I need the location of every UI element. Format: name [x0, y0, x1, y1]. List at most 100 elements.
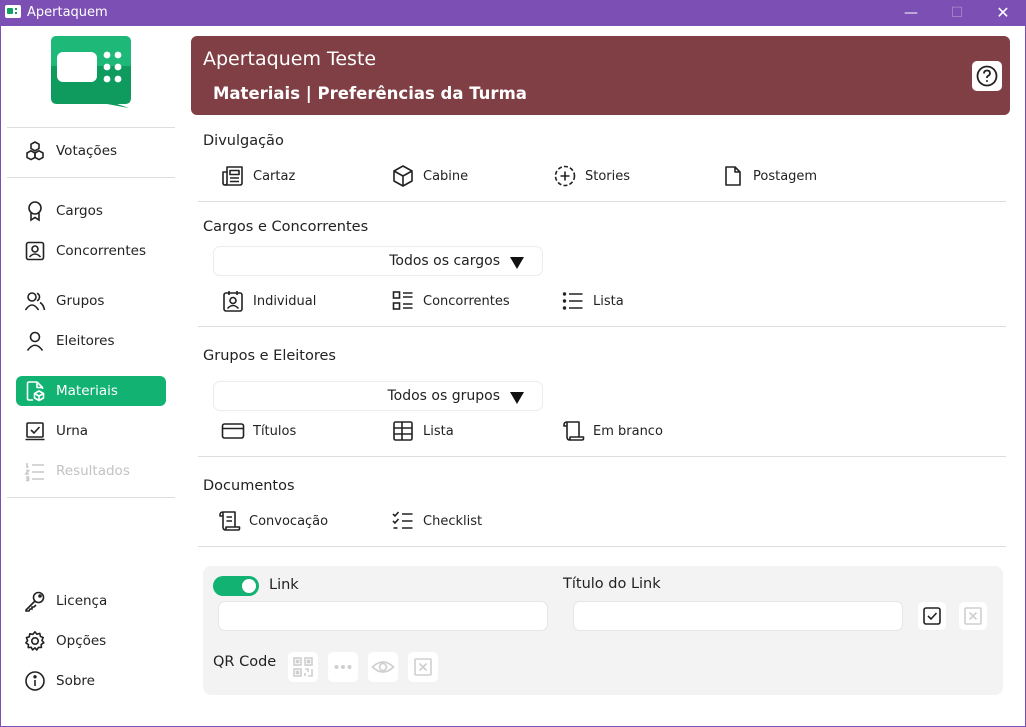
material-cabine[interactable]: Cabine	[391, 164, 468, 188]
eye-icon	[371, 661, 395, 673]
section-divider	[198, 546, 1006, 547]
qr-code-button[interactable]	[288, 652, 318, 682]
link-input[interactable]	[218, 601, 548, 631]
toggle-knob	[242, 579, 256, 593]
cubes-icon	[24, 140, 46, 162]
sidebar-item-label: Materiais	[56, 383, 118, 399]
link-title-input[interactable]	[573, 601, 903, 631]
page-header: Apertaquem Teste Materiais | Preferência…	[191, 36, 1010, 115]
material-label: Postagem	[753, 168, 818, 184]
sidebar-item-label: Cargos	[56, 203, 103, 219]
sidebar-item-label: Concorrentes	[56, 243, 146, 259]
sidebar-divider	[7, 177, 175, 178]
people-icon	[24, 290, 46, 312]
section-title-grupos: Grupos e Eleitores	[203, 348, 336, 364]
document-cube-icon	[24, 380, 46, 402]
documento-convocacao[interactable]: Convocação	[217, 509, 328, 533]
qr-code-icon	[293, 657, 313, 677]
section-title-cargos: Cargos e Concorrentes	[203, 219, 369, 235]
material-lista-grupos[interactable]: Lista	[391, 419, 454, 443]
maximize-button[interactable]: ☐	[934, 0, 980, 26]
page-title: Apertaquem Teste	[203, 48, 377, 70]
sidebar-item-opcoes[interactable]: Opções	[16, 626, 166, 656]
confirm-link-button[interactable]	[918, 602, 946, 630]
material-cartaz[interactable]: Cartaz	[221, 164, 295, 188]
help-icon	[976, 65, 998, 87]
sidebar-item-label: Sobre	[56, 673, 95, 689]
sidebar-item-label: Grupos	[56, 293, 105, 309]
dropdown-arrow-icon	[510, 257, 524, 269]
app-icon	[5, 5, 21, 18]
sidebar-divider	[7, 497, 175, 498]
sidebar-item-materiais[interactable]: Materiais	[16, 376, 166, 406]
box-x-icon	[414, 658, 432, 676]
section-divider	[198, 456, 1006, 457]
checkbox-check-icon	[923, 607, 941, 625]
box-icon	[391, 164, 415, 188]
section-title-divulgacao: Divulgação	[203, 133, 284, 149]
sidebar-item-eleitores[interactable]: Eleitores	[16, 326, 166, 356]
sidebar-item-concorrentes[interactable]: Concorrentes	[16, 236, 166, 266]
link-label: Link	[269, 577, 299, 593]
section-divider	[198, 326, 1006, 327]
material-label: Checklist	[423, 513, 483, 529]
material-label: Títulos	[253, 423, 297, 439]
material-titulos[interactable]: Títulos	[221, 419, 296, 443]
material-label: Cabine	[423, 168, 469, 184]
link-toggle[interactable]	[213, 576, 259, 596]
sidebar-item-label: Opções	[56, 633, 107, 649]
material-postagem[interactable]: Postagem	[721, 164, 817, 188]
material-stories[interactable]: Stories	[553, 164, 630, 188]
sidebar-item-urna[interactable]: Urna	[16, 416, 166, 446]
material-em-branco[interactable]: Em branco	[561, 419, 663, 443]
clear-link-button[interactable]	[959, 602, 987, 630]
sidebar-item-sobre[interactable]: Sobre	[16, 666, 166, 696]
qr-code-label: QR Code	[213, 654, 277, 670]
sidebar-item-licenca[interactable]: Licença	[16, 586, 166, 616]
preview-qr-button[interactable]	[368, 652, 398, 682]
material-individual[interactable]: Individual	[221, 289, 316, 313]
page-subtitle: Materiais | Preferências da Turma	[213, 84, 527, 103]
window-title: Apertaquem	[27, 5, 108, 20]
more-dots-icon	[334, 665, 352, 669]
more-options-button[interactable]	[328, 652, 358, 682]
list-icon	[561, 289, 585, 313]
sidebar-item-resultados[interactable]: Resultados	[16, 456, 166, 486]
sidebar-divider	[7, 127, 175, 128]
sidebar-item-cargos[interactable]: Cargos	[16, 196, 166, 226]
close-button[interactable]: ✕	[980, 0, 1026, 26]
story-add-icon	[553, 164, 577, 188]
card-icon	[221, 419, 245, 443]
title-bar: Apertaquem — ☐ ✕	[0, 0, 1026, 26]
material-concorrentes[interactable]: Concorrentes	[391, 289, 510, 313]
page-icon	[721, 164, 745, 188]
sidebar-item-label: Urna	[56, 423, 89, 439]
sidebar-item-votacoes[interactable]: Votações	[16, 136, 166, 166]
contact-icon	[24, 240, 46, 262]
section-title-documentos: Documentos	[203, 478, 295, 494]
material-label: Lista	[593, 293, 624, 309]
box-x-icon	[964, 607, 982, 625]
grupos-dropdown[interactable]: Todos os grupos	[213, 381, 543, 411]
table-icon	[391, 419, 415, 443]
material-label: Individual	[253, 293, 317, 309]
sidebar-item-label: Licença	[56, 593, 108, 609]
sidebar-item-grupos[interactable]: Grupos	[16, 286, 166, 316]
documento-checklist[interactable]: Checklist	[391, 509, 482, 533]
material-lista-cargos[interactable]: Lista	[561, 289, 624, 313]
section-divider	[198, 201, 1006, 202]
grid-list-icon	[391, 289, 415, 313]
material-label: Lista	[423, 423, 454, 439]
scroll-text-icon	[217, 509, 241, 533]
cargos-dropdown[interactable]: Todos os cargos	[213, 246, 543, 276]
help-button[interactable]	[972, 61, 1002, 91]
link-title-label: Título do Link	[563, 576, 661, 592]
minimize-button[interactable]: —	[888, 0, 934, 26]
newspaper-icon	[221, 164, 245, 188]
link-panel: Link Título do Link QR Code	[203, 566, 1003, 695]
numbered-list-icon	[24, 460, 46, 482]
gear-icon	[24, 630, 46, 652]
apertaquem-logo	[51, 36, 131, 108]
clear-qr-button[interactable]	[408, 652, 438, 682]
material-label: Stories	[585, 168, 631, 184]
